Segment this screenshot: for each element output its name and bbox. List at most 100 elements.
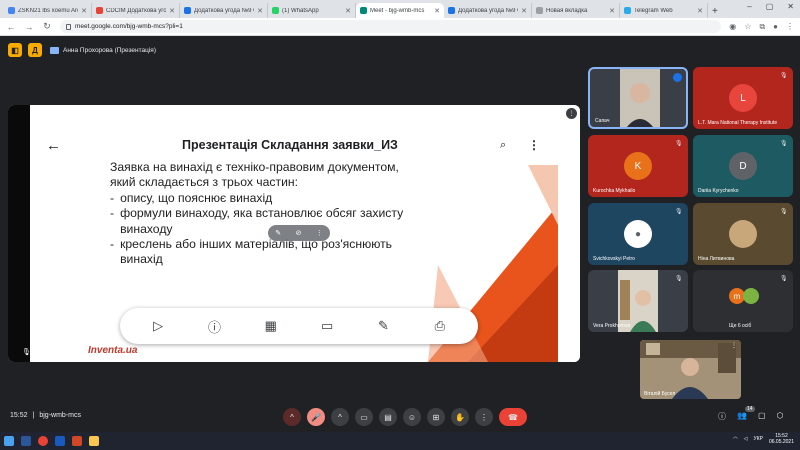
self-view-tile[interactable]: Віталій Бусел ⋮ [640,340,741,399]
participant-tile[interactable]: D 🎙 Dariia Kyrychenko [693,135,793,197]
layout-toggle-button[interactable]: ◧ [8,43,22,57]
edit-icon[interactable]: ✎ [375,318,391,334]
slide-bullet: - опису, що пояснює винахід [110,190,273,205]
browser-tab[interactable]: ZSKN21 lbs xoemu Arc ✕ [4,3,92,18]
word-icon[interactable] [21,436,31,446]
info-icon[interactable]: ⓘ [206,317,222,336]
participant-tile[interactable]: 🎙 Vera Prokhorova [588,270,688,332]
tab-close-icon[interactable]: ✕ [257,7,263,15]
camera-options-button[interactable]: ^ [331,408,349,426]
info-icon[interactable]: ⓘ [718,411,726,422]
mic-toggle-button[interactable]: 🎤 [307,408,325,426]
self-view-more-icon[interactable]: ⋮ [731,342,737,349]
tab-close-icon[interactable]: ✕ [697,7,703,15]
tab-close-icon[interactable]: ✕ [609,7,615,15]
profile-icon[interactable]: ● [773,22,778,32]
tab-favicon-icon [272,7,279,14]
more-icon[interactable]: ⋮ [316,229,323,237]
browser-tab[interactable]: Telegram Web ✕ [620,3,708,18]
chrome-icon[interactable] [38,436,48,446]
print-icon[interactable]: ⎙ [432,318,448,334]
tab-close-icon[interactable]: ✕ [169,7,175,15]
search-icon[interactable]: ⌕ [500,139,506,152]
present-now-button[interactable]: ⊞ [427,408,445,426]
slide-title: Презентація Складання заявки_ИЗ [182,138,398,152]
tab-label: ZSKN21 lbs xoemu Arc [18,7,79,14]
stage-left-strip [8,105,30,362]
back-arrow-icon[interactable]: ← [46,137,61,154]
participant-tile[interactable]: 🎙 Ніна Литвинова [693,203,793,265]
document-button[interactable]: Д [28,43,42,57]
url-bar[interactable]: meet.google.com/bjg-wmb-mcs?pli=1 [60,20,722,33]
speaking-indicator-icon [673,73,682,82]
mic-off-icon: 🎙 [675,209,683,215]
meeting-time: 15:52 [10,412,28,419]
raise-hand-button[interactable]: ✋ [451,408,469,426]
tab-close-icon[interactable]: ✕ [434,7,440,15]
participant-tile[interactable]: m 🎙 Ще 6 осіб [693,270,793,332]
presenter-floating-controls[interactable]: ✎ ⊘ ⋮ [268,225,330,241]
more-options-icon[interactable]: ⋮ [528,138,540,152]
pin-icon[interactable]: ✎ [275,229,281,237]
browser-tab[interactable]: Meet - bjg-wmb-mcs ✕ [356,3,444,18]
powerpoint-icon[interactable] [72,436,82,446]
os-taskbar: ◠ ◁ УКР 15:52 06.05.2021 [0,432,800,450]
minimize-icon[interactable]: – [747,2,751,11]
tab-label: (1) WhatsApp [282,7,319,14]
grid-icon[interactable]: ▦ [263,318,279,334]
stage-options-icon[interactable]: ⋮ [566,108,577,119]
participant-tile[interactable]: Сапач [588,67,688,129]
play-icon[interactable]: ▷ [150,318,166,334]
extensions-icon[interactable]: ⧉ [759,22,765,32]
participant-tile[interactable]: ● 🎙 Svichkovskyi Petro [588,203,688,265]
camera-permission-icon[interactable]: ◉ [729,22,736,32]
captions-button[interactable]: ▤ [379,408,397,426]
people-icon[interactable]: 👥 [737,411,747,422]
file-explorer-icon[interactable] [89,436,99,446]
chat-icon[interactable]: ▢ [758,411,766,422]
network-icon[interactable]: ◠ [733,436,737,442]
participant-tile[interactable]: K 🎙 Kurochka Mykhailo [588,135,688,197]
captions-icon: ▤ [384,412,392,422]
participant-avatar [743,288,759,304]
back-icon[interactable]: ← [6,22,16,32]
tab-close-icon[interactable]: ✕ [81,7,87,15]
tab-favicon-icon [8,7,15,14]
more-icon: ⋮ [480,412,488,422]
end-call-button[interactable]: ☎ [499,408,527,426]
forward-icon[interactable]: → [24,22,34,32]
browser-menu-icon[interactable]: ⋮ [786,22,794,32]
volume-icon[interactable]: ◁ [744,436,748,442]
present-icon[interactable]: ▭ [319,318,335,334]
participant-name: Vera Prokhorova [593,323,631,329]
windows-start-icon[interactable] [4,436,14,446]
camera-toggle-button[interactable]: ▭ [355,408,373,426]
word-app-icon[interactable] [55,436,65,446]
mic-off-icon[interactable]: ⊘ [295,229,301,237]
tab-favicon-icon [448,7,455,14]
maximize-icon[interactable]: ▢ [766,2,774,11]
new-tab-button[interactable]: + [712,6,718,17]
activities-icon[interactable]: ⬡ [777,411,784,422]
participant-count-badge: 14 [745,406,755,412]
browser-tab[interactable]: Додаткова угода №9 CC✕ [444,3,532,18]
reload-icon[interactable]: ↻ [42,21,52,32]
more-options-button[interactable]: ⋮ [475,408,493,426]
tab-close-icon[interactable]: ✕ [521,7,527,15]
keyboard-language[interactable]: УКР [754,436,763,442]
tab-close-icon[interactable]: ✕ [345,7,351,15]
close-window-icon[interactable]: ✕ [787,2,794,11]
system-tray: ◠ ◁ УКР 15:52 06.05.2021 [733,433,794,445]
meeting-divider: | [32,412,35,419]
lock-icon [66,23,71,30]
mic-options-button[interactable]: ^ [283,408,301,426]
browser-tab[interactable]: CDCIM Додаткова угода✕ [92,3,180,18]
browser-tab[interactable]: Додаткова угода №9 CC✕ [180,3,268,18]
bookmark-star-icon[interactable]: ☆ [744,22,751,32]
participant-tile[interactable]: L 🎙 L.T. Mara National Therapy Institute [693,67,793,129]
url-text: meet.google.com/bjg-wmb-mcs?pli=1 [75,23,183,30]
system-clock[interactable]: 15:52 06.05.2021 [769,433,794,445]
browser-tab[interactable]: Новая вкладка ✕ [532,3,620,18]
emoji-button[interactable]: ☺ [403,408,421,426]
browser-tab[interactable]: (1) WhatsApp ✕ [268,3,356,18]
